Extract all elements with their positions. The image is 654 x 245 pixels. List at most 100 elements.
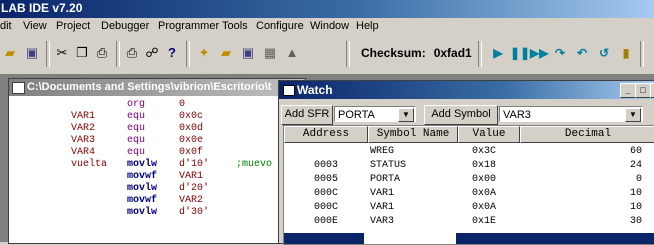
- code-mnemonic: equ: [127, 111, 146, 122]
- build-icon[interactable]: ▦: [262, 45, 278, 61]
- code-operand: 0x0c: [179, 111, 204, 122]
- watch-grid[interactable]: Address Symbol Name Value Decimal WREG 0x…: [283, 125, 654, 245]
- paste-icon[interactable]: ⎙: [94, 45, 110, 61]
- code-mnemonic: movwf: [127, 171, 158, 182]
- watch-row[interactable]: WREG 0x3C 60: [284, 146, 654, 158]
- watch-decimal: 0: [635, 174, 642, 185]
- watch-symbol: WREG: [370, 146, 395, 157]
- halt-icon[interactable]: ❚❚: [510, 45, 530, 61]
- watch-title-bar[interactable]: Watch _ □ ×: [279, 81, 654, 99]
- new-entry-row[interactable]: [284, 233, 654, 244]
- code-label: VAR3: [71, 135, 96, 146]
- help-icon[interactable]: ?: [164, 45, 180, 61]
- code-operand: 0x0f: [179, 147, 204, 158]
- cut-icon[interactable]: ✂: [54, 45, 70, 61]
- toolbar-separator: [46, 41, 50, 67]
- app-title-bar: LAB IDE v7.20: [0, 0, 654, 18]
- chevron-down-icon[interactable]: ▼: [398, 108, 414, 122]
- menu-configure[interactable]: Configure: [256, 20, 304, 32]
- code-operand: VAR2: [179, 195, 204, 206]
- print-icon[interactable]: ⎙: [124, 45, 140, 61]
- copy-icon[interactable]: ❐: [74, 45, 90, 61]
- toolbar-separator: [116, 41, 120, 67]
- source-editor-window[interactable]: C:\Documents and Settings\vibrion\Escrit…: [8, 78, 306, 244]
- save-project-icon[interactable]: ▣: [240, 45, 256, 61]
- menu-programmer[interactable]: Programmer: [158, 20, 219, 32]
- watch-address: 000C: [313, 188, 338, 199]
- watch-row[interactable]: 0003 STATUS 0x18 24: [284, 160, 654, 172]
- watch-window-icon: [283, 85, 295, 96]
- watch-row[interactable]: 000C VAR1 0x0A 10: [284, 188, 654, 200]
- watch-address: 0003: [313, 160, 338, 171]
- new-project-icon[interactable]: ✦: [196, 45, 212, 61]
- minimize-icon[interactable]: _: [620, 83, 636, 98]
- maximize-icon[interactable]: □: [635, 83, 651, 98]
- close-icon[interactable]: ×: [650, 83, 654, 98]
- column-header-address[interactable]: Address: [284, 126, 368, 143]
- code-mnemonic: movwf: [127, 195, 158, 206]
- watch-symbol: STATUS: [370, 160, 407, 171]
- toolbar-separator: [346, 41, 350, 67]
- reset-icon[interactable]: ▮: [618, 45, 634, 61]
- watch-decimal: 10: [629, 188, 642, 199]
- step-over-icon[interactable]: ↶: [574, 45, 590, 61]
- code-label: VAR1: [71, 111, 96, 122]
- menu-debugger[interactable]: Debugger: [101, 20, 149, 32]
- code-label: VAR4: [71, 147, 96, 158]
- code-operand: d'30': [179, 207, 210, 218]
- watch-row[interactable]: 000E VAR3 0x1E 30: [284, 216, 654, 228]
- symbol-select[interactable]: VAR3 ▼: [499, 106, 643, 122]
- menu-project[interactable]: Project: [56, 20, 90, 32]
- app-title: LAB IDE v7.20: [1, 1, 83, 15]
- code-label: VAR2: [71, 123, 96, 134]
- watch-row[interactable]: 0005 PORTA 0x00 0: [284, 174, 654, 186]
- watch-window[interactable]: Watch _ □ × Add SFR PORTA ▼ Add Symbol V…: [278, 80, 654, 245]
- animate-icon[interactable]: ▶▶: [530, 45, 548, 61]
- code-mnemonic: equ: [127, 147, 146, 158]
- code-operand: 0x0d: [179, 123, 204, 134]
- open-icon[interactable]: ▰: [2, 45, 18, 61]
- find-icon[interactable]: ☍: [144, 45, 160, 61]
- code-operand: d'20': [179, 183, 210, 194]
- watch-title: Watch: [297, 83, 333, 97]
- menu-view[interactable]: View: [23, 20, 47, 32]
- code-mnemonic: movlw: [127, 183, 158, 194]
- watch-decimal: 30: [629, 216, 642, 227]
- open-project-icon[interactable]: ▰: [218, 45, 234, 61]
- run-icon[interactable]: ▶: [490, 45, 506, 61]
- menu-window[interactable]: Window: [310, 20, 349, 32]
- code-mnemonic: equ: [127, 123, 146, 134]
- watch-decimal: 24: [629, 160, 642, 171]
- column-header-symbol-name[interactable]: Symbol Name: [368, 126, 458, 143]
- menu-bar: dit View Project Debugger Programmer Too…: [0, 18, 654, 36]
- code-mnemonic: org: [127, 99, 146, 110]
- code-mnemonic: movlw: [127, 207, 158, 218]
- watch-symbol: PORTA: [370, 174, 401, 185]
- symbol-select-value: VAR3: [503, 109, 531, 121]
- make-icon[interactable]: ▲: [284, 45, 300, 61]
- column-header-decimal[interactable]: Decimal: [520, 126, 654, 143]
- sfr-select[interactable]: PORTA ▼: [334, 106, 416, 122]
- toolbar: ▰ ▣ ✂ ❐ ⎙ ⎙ ☍ ? ✦ ▰ ▣ ▦ ▲ Checksum: 0xfad…: [0, 36, 654, 75]
- menu-edit[interactable]: dit: [0, 20, 12, 32]
- code-label: vuelta: [71, 159, 108, 170]
- add-symbol-button[interactable]: Add Symbol: [424, 105, 498, 125]
- code-mnemonic: equ: [127, 135, 146, 146]
- add-sfr-button[interactable]: Add SFR: [281, 105, 333, 125]
- step-into-icon[interactable]: ↷: [552, 45, 568, 61]
- symbol-entry-field[interactable]: [364, 233, 456, 244]
- source-window-title: C:\Documents and Settings\vibrion\Escrit…: [27, 81, 272, 93]
- code-mnemonic: movlw: [127, 159, 158, 170]
- source-window-title-bar[interactable]: C:\Documents and Settings\vibrion\Escrit…: [9, 79, 305, 96]
- watch-decimal: 10: [629, 202, 642, 213]
- toolbar-separator: [186, 41, 190, 67]
- step-out-icon[interactable]: ↺: [596, 45, 612, 61]
- chevron-down-icon[interactable]: ▼: [625, 108, 641, 122]
- column-header-value[interactable]: Value: [458, 126, 520, 143]
- watch-address: 000C: [313, 202, 338, 213]
- code-operand: 0x0e: [179, 135, 204, 146]
- menu-help[interactable]: Help: [356, 20, 379, 32]
- watch-row[interactable]: 000C VAR1 0x0A 10: [284, 202, 654, 214]
- menu-tools[interactable]: Tools: [222, 20, 248, 32]
- save-icon[interactable]: ▣: [24, 45, 40, 61]
